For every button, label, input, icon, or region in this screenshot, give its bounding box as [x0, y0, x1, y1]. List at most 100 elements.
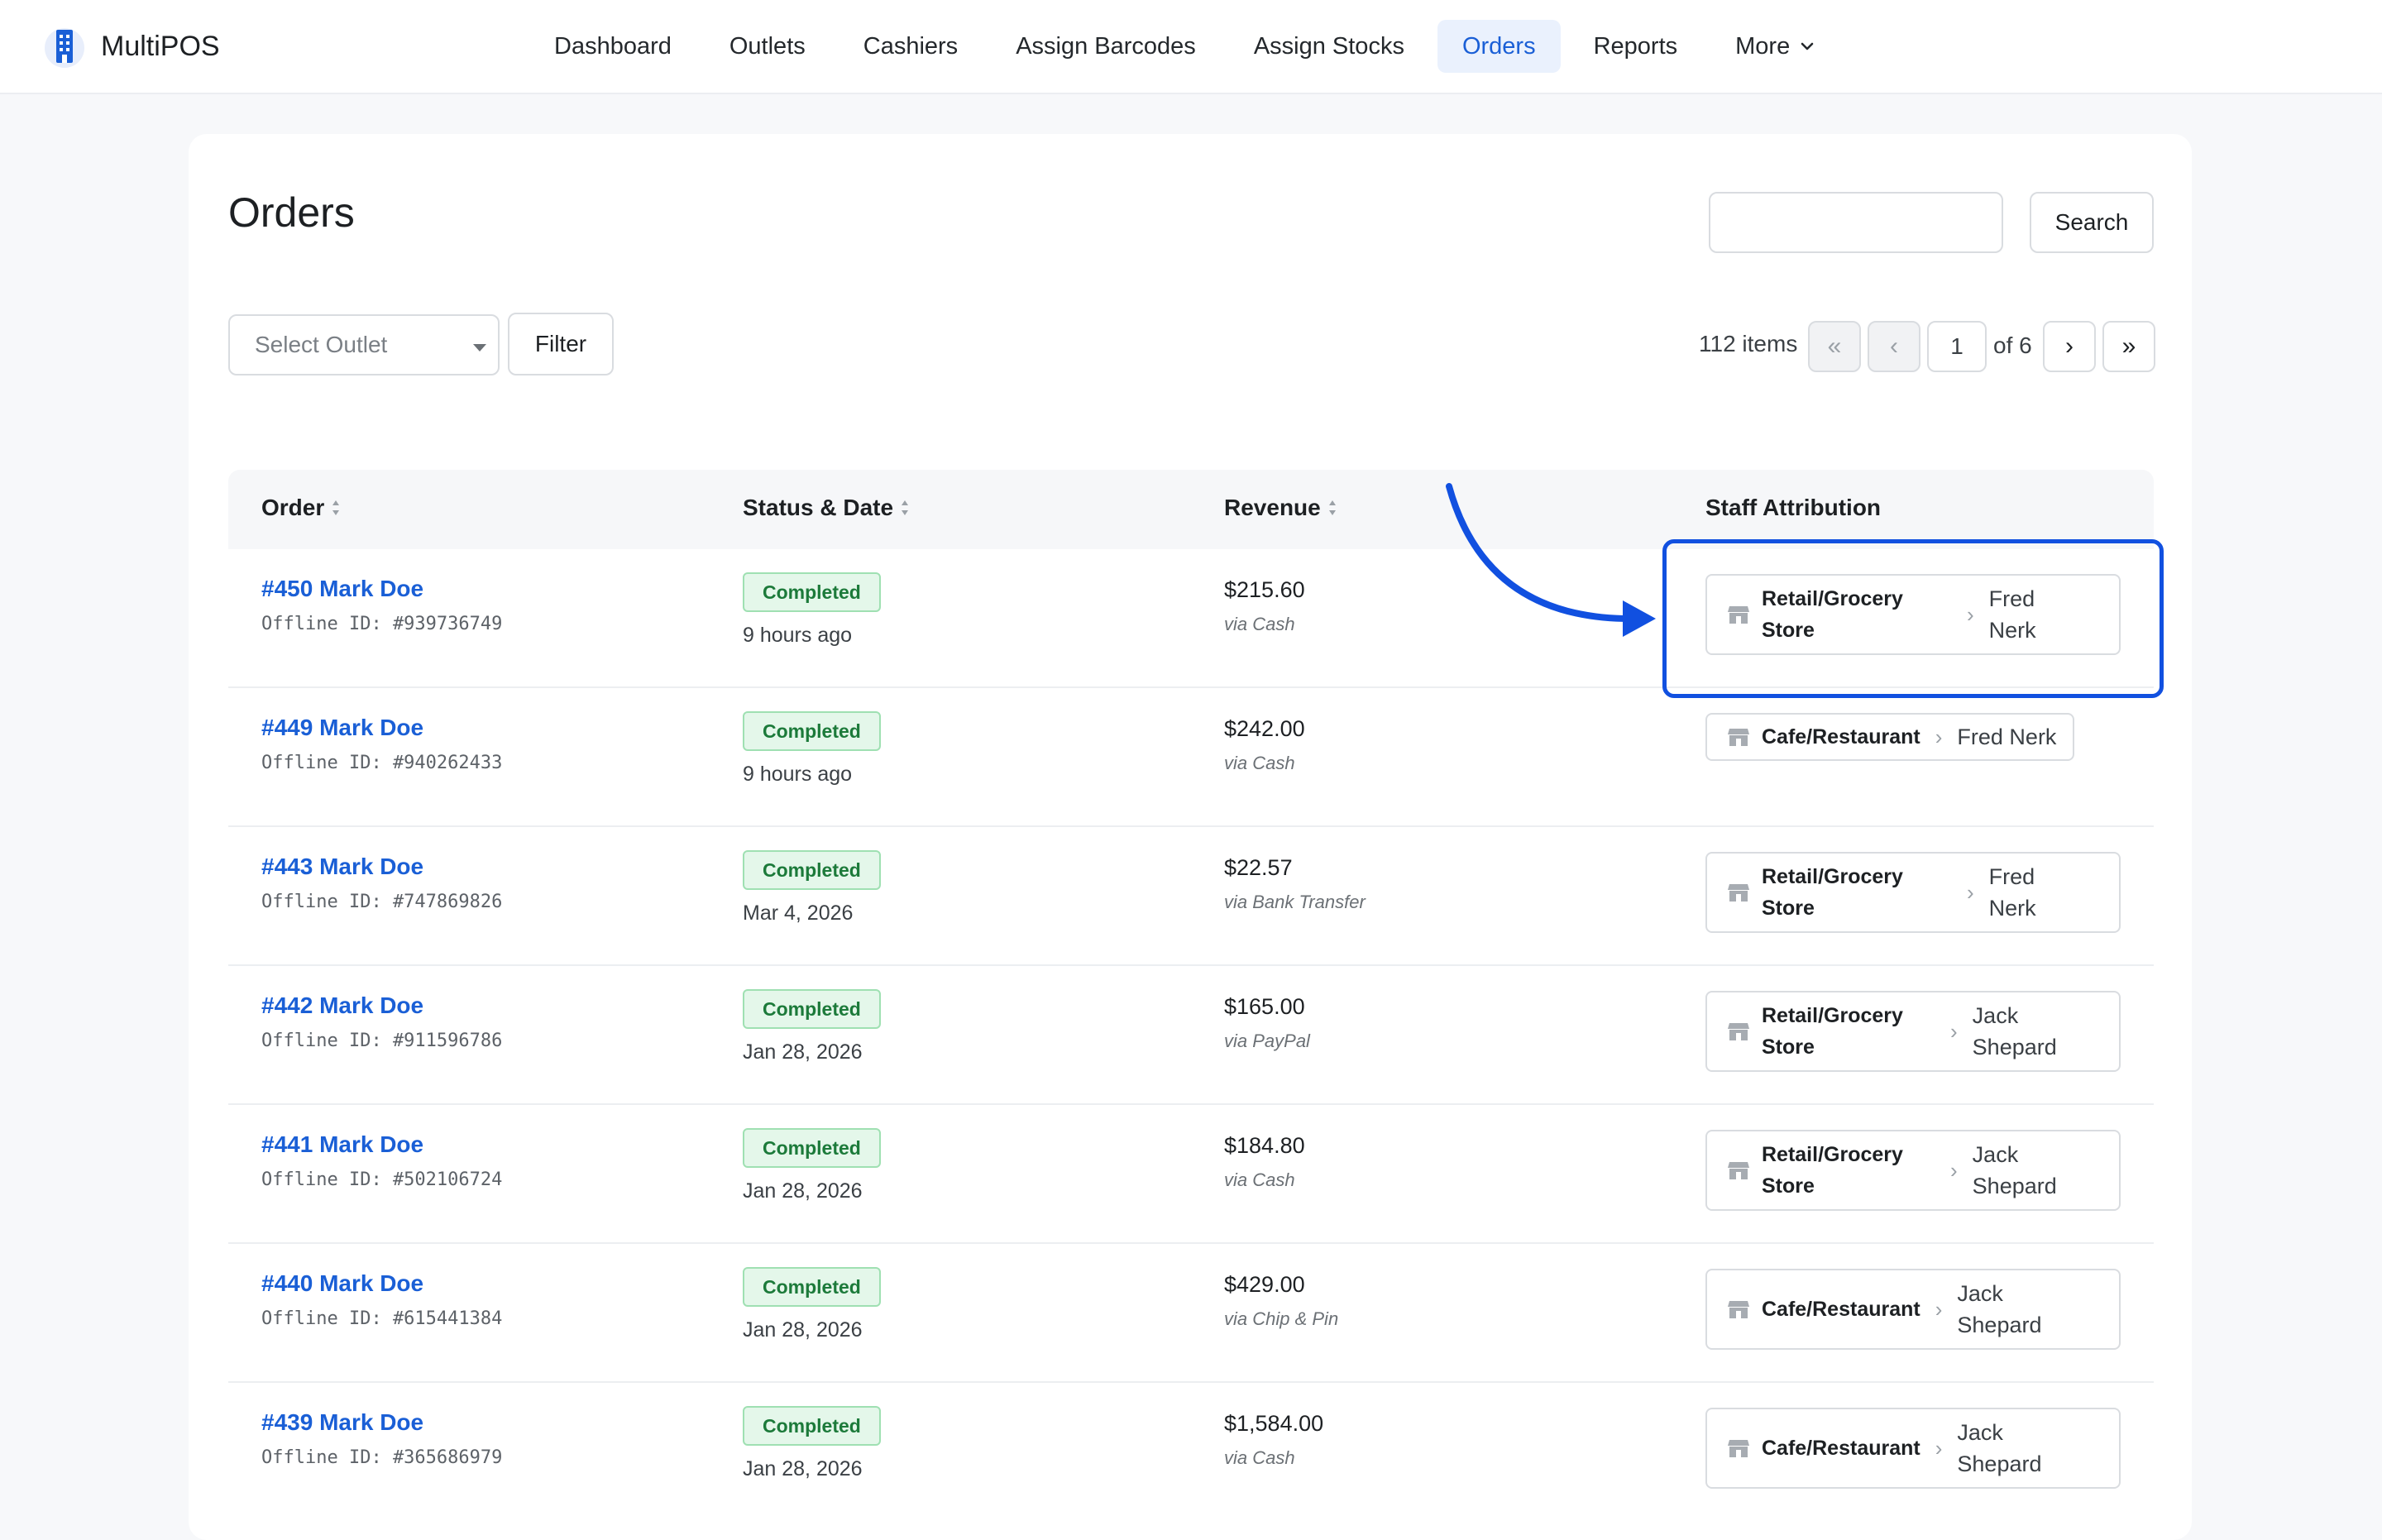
pagination-next-button[interactable]: › — [2043, 321, 2096, 372]
column-header-status-date[interactable]: Status & Date — [743, 495, 910, 521]
chevron-right-icon: › — [1935, 1296, 1943, 1322]
revenue-amount: $1,584.00 — [1224, 1411, 1324, 1436]
offline-id: Offline ID: #615441384 — [261, 1308, 503, 1329]
staff-name: Shepard — [1972, 1174, 2057, 1198]
table-row: #443 Mark Doe Offline ID: #747869826 Com… — [228, 825, 2154, 966]
staff-attribution-chip[interactable]: Retail/Grocery Store › Jack Shepard — [1705, 991, 2121, 1072]
nav-item-cashiers[interactable]: Cashiers — [839, 20, 983, 73]
store-icon — [1728, 1023, 1749, 1040]
revenue-amount: $215.60 — [1224, 577, 1305, 602]
nav-item-outlets[interactable]: Outlets — [705, 20, 830, 73]
nav-item-orders[interactable]: Orders — [1437, 20, 1561, 73]
store-icon — [1728, 729, 1749, 746]
payment-method: via Cash — [1224, 1169, 1295, 1190]
staff-name-block: Jack Shepard — [1973, 1000, 2057, 1063]
staff-name: Nerk — [1988, 896, 2036, 921]
table-row: #440 Mark Doe Offline ID: #615441384 Com… — [228, 1242, 2154, 1383]
column-header-label: Order — [261, 495, 325, 520]
staff-attribution-chip[interactable]: Cafe/Restaurant › Jack Shepard — [1705, 1269, 2121, 1350]
pagination-total-pages: of 6 — [1993, 332, 2032, 358]
nav-item-assign-stocks[interactable]: Assign Stocks — [1229, 20, 1429, 73]
nav-item-more[interactable]: More — [1710, 20, 1839, 73]
sort-icon — [332, 500, 340, 515]
sort-icon — [1328, 500, 1336, 515]
order-link[interactable]: #450 Mark Doe — [261, 576, 423, 602]
status-badge: Completed — [743, 1128, 881, 1168]
store-icon — [1728, 1440, 1749, 1457]
offline-id: Offline ID: #911596786 — [261, 1031, 503, 1051]
building-icon — [45, 28, 84, 68]
staff-attribution-chip[interactable]: Cafe/Restaurant › Fred Nerk — [1705, 713, 2075, 761]
status-badge: Completed — [743, 1406, 881, 1446]
offline-id: Offline ID: #747869826 — [261, 892, 503, 912]
search-button[interactable]: Search — [2030, 192, 2154, 253]
main-nav: Dashboard Outlets Cashiers Assign Barcod… — [529, 20, 1848, 73]
store-name: Retail/Grocery — [1762, 1143, 1903, 1166]
pagination-page-input[interactable]: 1 — [1927, 321, 1987, 372]
store-icon — [1728, 1301, 1749, 1318]
offline-id: Offline ID: #939736749 — [261, 614, 503, 634]
order-link[interactable]: #442 Mark Doe — [261, 992, 423, 1019]
brand-name: MultiPOS — [101, 30, 220, 62]
staff-name: Jack — [1957, 1281, 2003, 1306]
table-header: Order Status & Date Revenue Staff Attrib… — [228, 470, 2154, 549]
staff-attribution-chip[interactable]: Cafe/Restaurant › Jack Shepard — [1705, 1408, 2121, 1489]
store-name: Cafe/Restaurant — [1762, 1437, 1920, 1460]
column-header-order[interactable]: Order — [261, 495, 341, 521]
payment-method: via Cash — [1224, 614, 1295, 634]
staff-attribution-chip[interactable]: Retail/Grocery Store › Fred Nerk — [1705, 852, 2121, 933]
outlet-select[interactable]: Select Outlet — [228, 314, 500, 375]
revenue-amount: $184.80 — [1224, 1133, 1305, 1158]
staff-name: Jack — [1972, 1142, 2019, 1167]
staff-name: Jack — [1957, 1420, 2003, 1445]
staff-name: Shepard — [1957, 1313, 2042, 1337]
status-badge: Completed — [743, 850, 881, 890]
annotation-highlight-box — [1662, 539, 2164, 698]
store-name: Cafe/Restaurant — [1762, 1298, 1920, 1321]
column-header-revenue[interactable]: Revenue — [1224, 495, 1337, 521]
pagination-first-button[interactable]: « — [1808, 321, 1861, 372]
store-name-block: Retail/Grocery Store — [1762, 1139, 1935, 1202]
brand[interactable]: MultiPOS — [43, 22, 220, 71]
table-row: #442 Mark Doe Offline ID: #911596786 Com… — [228, 964, 2154, 1105]
page-title: Orders — [228, 189, 355, 236]
column-header-label: Status & Date — [743, 495, 894, 520]
nav-item-reports[interactable]: Reports — [1569, 20, 1703, 73]
staff-name: Jack — [1972, 1003, 2019, 1028]
order-link[interactable]: #441 Mark Doe — [261, 1131, 423, 1158]
table-row: #449 Mark Doe Offline ID: #940262433 Com… — [228, 686, 2154, 827]
table-row: #441 Mark Doe Offline ID: #502106724 Com… — [228, 1103, 2154, 1244]
store-name: Cafe/Restaurant — [1762, 725, 1920, 748]
order-date: Jan 28, 2026 — [743, 1040, 863, 1064]
filter-button[interactable]: Filter — [508, 313, 614, 375]
order-link[interactable]: #440 Mark Doe — [261, 1270, 423, 1297]
order-link[interactable]: #449 Mark Doe — [261, 715, 423, 741]
offline-id: Offline ID: #365686979 — [261, 1447, 503, 1468]
outlet-select-placeholder: Select Outlet — [255, 332, 388, 357]
nav-more-label: More — [1735, 32, 1791, 60]
column-header-label: Revenue — [1224, 495, 1321, 520]
caret-down-icon — [473, 344, 486, 352]
nav-item-dashboard[interactable]: Dashboard — [529, 20, 696, 73]
order-date: Jan 28, 2026 — [743, 1457, 863, 1480]
store-name-block: Retail/Grocery Store — [1762, 861, 1952, 924]
staff-attribution-chip[interactable]: Retail/Grocery Store › Jack Shepard — [1705, 1130, 2121, 1211]
search-input[interactable] — [1709, 192, 2003, 253]
order-link[interactable]: #443 Mark Doe — [261, 854, 423, 880]
store-name-block: Retail/Grocery Store — [1762, 1000, 1935, 1063]
chevron-right-icon: › — [1935, 1435, 1943, 1461]
pagination-prev-button[interactable]: ‹ — [1868, 321, 1920, 372]
nav-item-assign-barcodes[interactable]: Assign Barcodes — [991, 20, 1221, 73]
order-link[interactable]: #439 Mark Doe — [261, 1409, 423, 1436]
column-header-label: Staff Attribution — [1705, 495, 1882, 520]
sort-icon — [902, 500, 909, 515]
order-date: Jan 28, 2026 — [743, 1318, 863, 1342]
pagination-last-button[interactable]: » — [2102, 321, 2155, 372]
order-date: 9 hours ago — [743, 763, 853, 786]
order-date: 9 hours ago — [743, 624, 853, 647]
status-badge: Completed — [743, 1267, 881, 1307]
chevron-right-icon: › — [1950, 1018, 1958, 1044]
staff-name: Shepard — [1957, 1452, 2042, 1476]
store-name: Store — [1762, 897, 1815, 920]
payment-method: via Cash — [1224, 753, 1295, 773]
